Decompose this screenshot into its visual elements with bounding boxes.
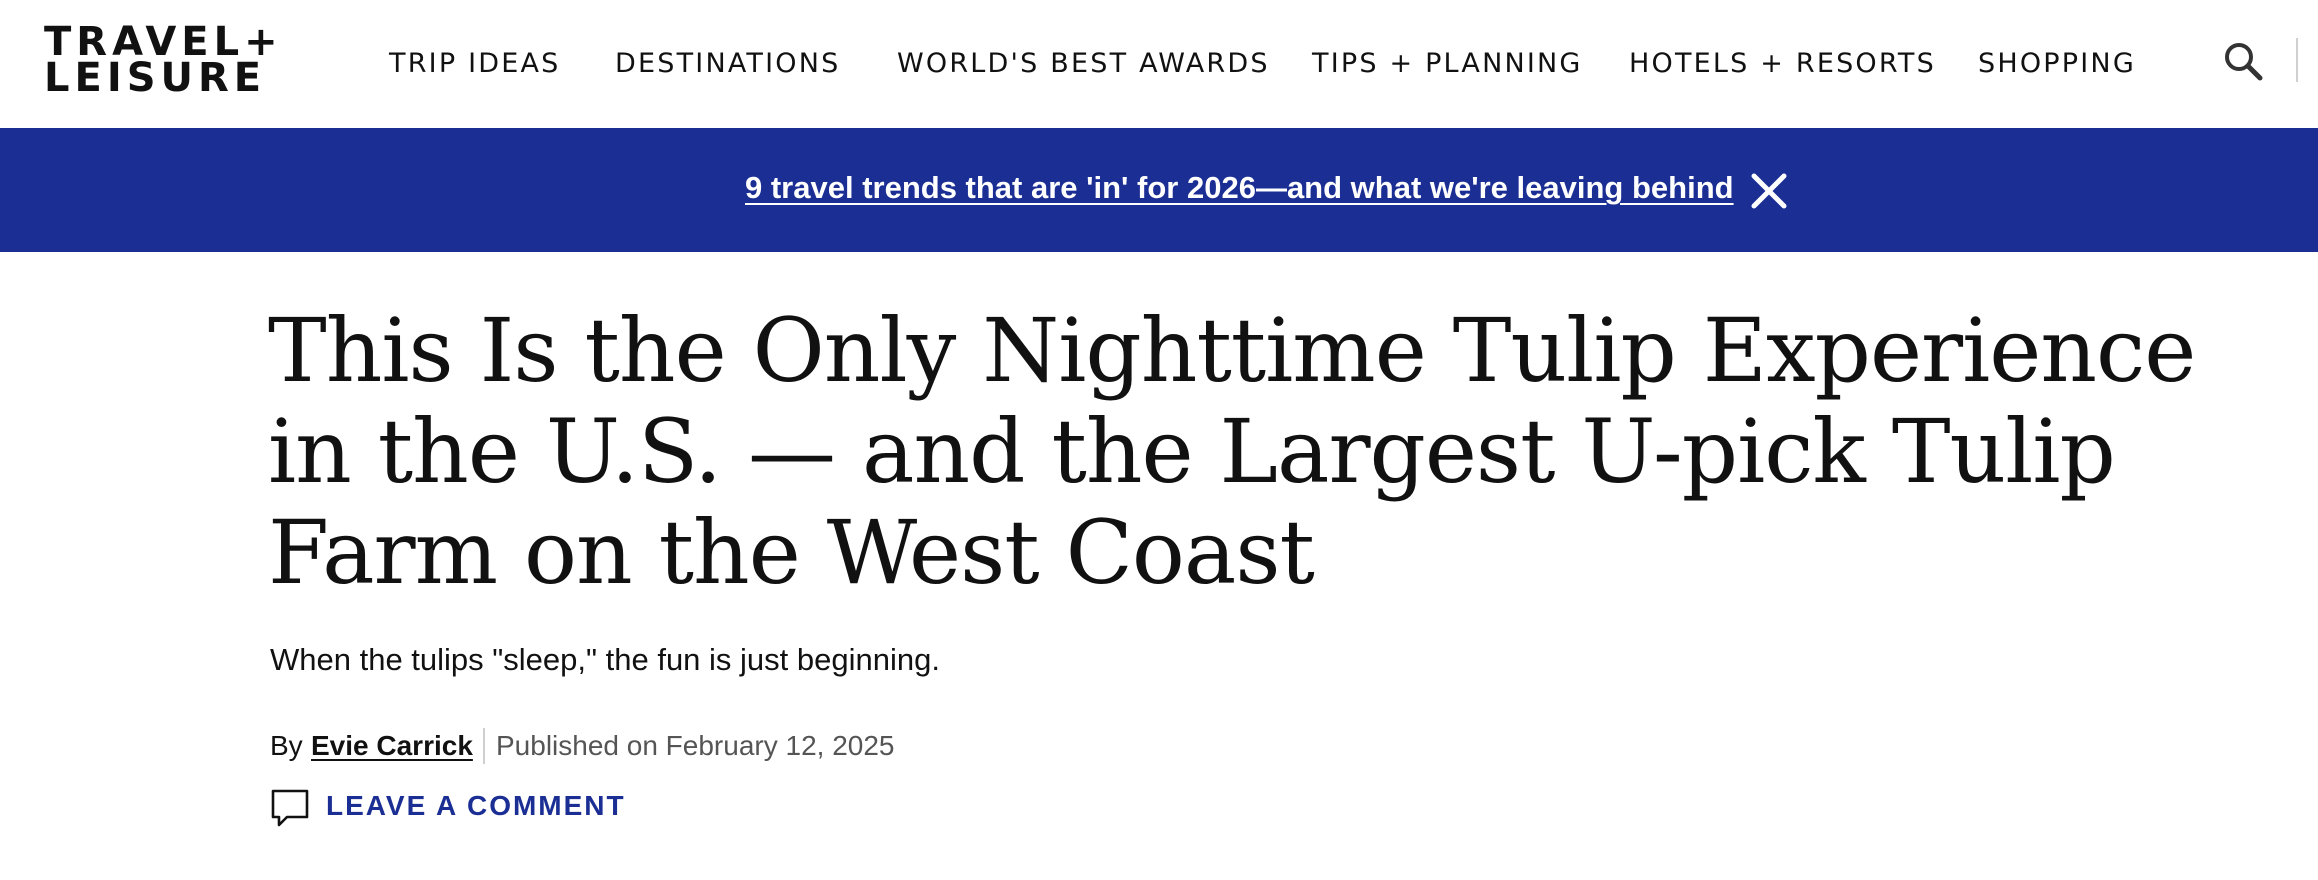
search-button[interactable] [2222,40,2266,84]
promo-banner: 9 travel trends that are 'in' for 2026—a… [0,128,2318,252]
site-header: TRAVEL+ LEISURE TRIP IDEAS DESTINATIONS … [0,0,2318,128]
logo-line-bottom: LEISURE [44,55,267,101]
article-headline: This Is the Only Nighttime Tulip Experie… [268,299,2196,604]
banner-link[interactable]: 9 travel trends that are 'in' for 2026—a… [745,168,1734,208]
comment-icon [271,789,309,827]
close-icon [1751,173,1787,209]
nav-item-destinations[interactable]: DESTINATIONS [615,44,840,84]
published-date: Published on February 12, 2025 [496,730,895,761]
nav-item-worlds-best-awards[interactable]: WORLD'S BEST AWARDS [897,44,1270,84]
header-divider [2296,38,2298,82]
leave-comment-label: LEAVE A COMMENT [326,790,626,821]
search-icon [2225,43,2263,81]
byline-prefix: By [270,730,303,761]
nav-item-tips-planning[interactable]: TIPS + PLANNING [1312,44,1583,84]
site-logo[interactable]: TRAVEL+ LEISURE [44,22,329,101]
banner-close-button[interactable] [1750,172,1788,210]
nav-item-shopping[interactable]: SHOPPING [1978,44,2136,84]
article-dek: When the tulips "sleep," the fun is just… [270,642,940,677]
author-link[interactable]: Evie Carrick [311,726,473,766]
nav-item-hotels-resorts[interactable]: HOTELS + RESORTS [1629,44,1936,84]
byline-divider [483,728,485,764]
nav-item-trip-ideas[interactable]: TRIP IDEAS [389,44,561,84]
